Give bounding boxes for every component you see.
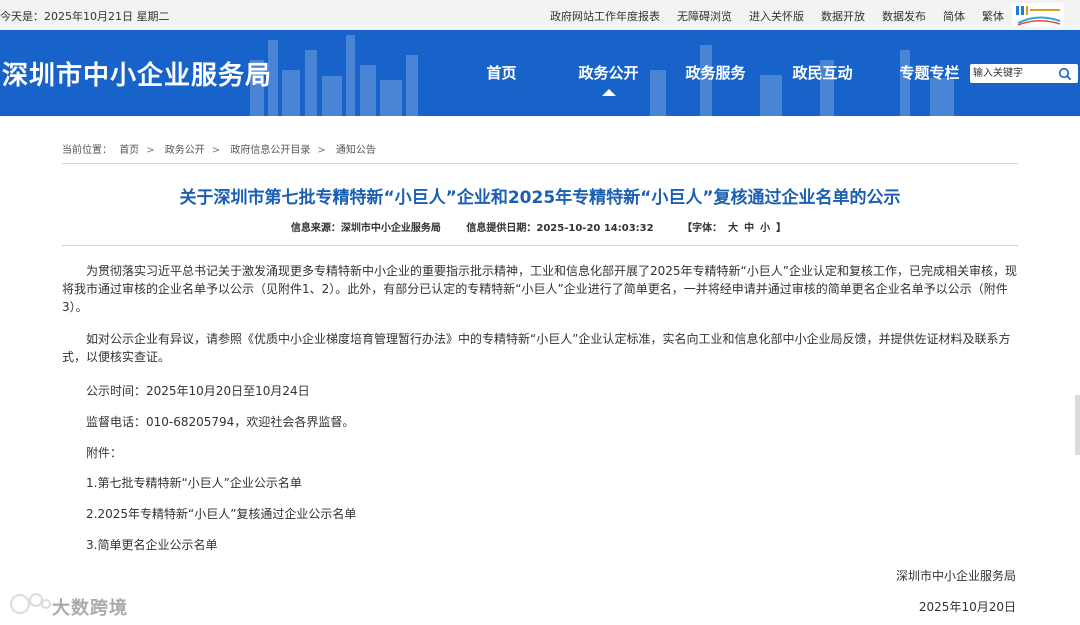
divider	[62, 163, 1018, 164]
search-icon[interactable]	[1058, 67, 1072, 81]
nav-government-affairs-open[interactable]: 政务公开	[555, 30, 662, 116]
attachment-link-1[interactable]: 1.第七批专精特新“小巨人”企业公示名单	[86, 474, 302, 491]
signature-org: 深圳市中小企业服务局	[895, 569, 1016, 583]
breadcrumb: 当前位置： 首页 > 政务公开 > 政府信息公开目录 > 通知公告	[62, 141, 380, 156]
nav-special-topics[interactable]: 专题专栏	[876, 30, 983, 116]
info-date: 信息提供日期：2025-10-20 14:03:32	[466, 223, 654, 234]
link-care-version[interactable]: 进入关怀版	[749, 8, 804, 24]
attachment-link-3[interactable]: 3.简单更名企业公示名单	[86, 536, 217, 553]
site-header: 深圳市中小企业服务局 首页 政务公开 政务服务 政民互动 专题专栏	[0, 30, 1080, 116]
scrollbar[interactable]	[1075, 395, 1080, 455]
breadcrumb-separator: >	[146, 145, 155, 156]
top-utility-bar: 今天是：2025年10月21日 星期二 政府网站工作年度报表 无障碍浏览 进入关…	[0, 0, 1080, 30]
site-title[interactable]: 深圳市中小企业服务局	[2, 55, 272, 92]
search-box	[970, 64, 1078, 83]
link-annual-report[interactable]: 政府网站工作年度报表	[550, 8, 660, 24]
breadcrumb-notices[interactable]: 通知公告	[336, 145, 376, 156]
link-traditional[interactable]: 繁体	[982, 8, 1004, 24]
font-size-small[interactable]: 小	[760, 223, 770, 234]
font-size-large[interactable]: 大	[728, 223, 738, 234]
font-size-close: 】	[776, 223, 787, 234]
utility-links: 政府网站工作年度报表 无障碍浏览 进入关怀版 数据开放 数据发布 简体 繁体	[533, 8, 1004, 24]
attachment-link-2[interactable]: 2.2025年专精特新“小巨人”复核通过企业公示名单	[86, 505, 356, 522]
nav-home[interactable]: 首页	[448, 30, 555, 116]
attachments-label: 附件：	[86, 446, 123, 460]
shenzhen-logo-icon[interactable]	[1012, 3, 1064, 27]
link-accessibility[interactable]: 无障碍浏览	[677, 8, 732, 24]
link-simplified[interactable]: 简体	[943, 8, 965, 24]
article-meta: 信息来源：深圳市中小企业服务局 信息提供日期：2025-10-20 14:03:…	[62, 219, 1018, 234]
link-data-open[interactable]: 数据开放	[821, 8, 865, 24]
main-nav: 首页 政务公开 政务服务 政民互动 专题专栏	[448, 30, 983, 116]
breadcrumb-separator: >	[317, 145, 326, 156]
breadcrumb-separator: >	[211, 145, 221, 156]
nav-public-interaction[interactable]: 政民互动	[769, 30, 876, 116]
today-date: 今天是：2025年10月21日 星期二	[0, 10, 170, 23]
link-data-release[interactable]: 数据发布	[882, 8, 926, 24]
supervision-phone: 监督电话：010-68205794，欢迎社会各界监督。	[86, 415, 355, 429]
breadcrumb-info-catalog[interactable]: 政府信息公开目录	[230, 145, 310, 156]
article-body: 为贯彻落实习近平总书记关于激发涌现更多专精特新中小企业的重要指示批示精神，工业和…	[62, 262, 1018, 366]
search-input[interactable]	[973, 66, 1053, 81]
watermark-text: 大数跨境	[52, 598, 128, 619]
article-title: 关于深圳市第七批专精特新“小巨人”企业和2025年专精特新“小巨人”复核通过企业…	[179, 188, 901, 208]
font-size-controls: 【字体： 大中小】	[679, 223, 789, 234]
breadcrumb-government-affairs[interactable]: 政务公开	[165, 145, 205, 156]
publicity-period: 公示时间：2025年10月20日至10月24日	[86, 384, 310, 398]
paragraph-objection: 如对公示企业有异议，请参照《优质中小企业梯度培育管理暂行办法》中的专精特新“小巨…	[62, 332, 1011, 364]
breadcrumb-home[interactable]: 首页	[119, 145, 139, 156]
font-size-medium[interactable]: 中	[744, 223, 754, 234]
info-source: 信息来源：深圳市中小企业服务局	[290, 223, 441, 234]
divider	[62, 245, 1018, 246]
font-size-label: 【字体：	[682, 223, 723, 234]
signature-date: 2025年10月20日	[918, 600, 1016, 614]
nav-government-services[interactable]: 政务服务	[662, 30, 769, 116]
breadcrumb-label: 当前位置：	[62, 145, 112, 156]
paragraph-intro: 为贯彻落实习近平总书记关于激发涌现更多专精特新中小企业的重要指示批示精神，工业和…	[62, 264, 1017, 314]
